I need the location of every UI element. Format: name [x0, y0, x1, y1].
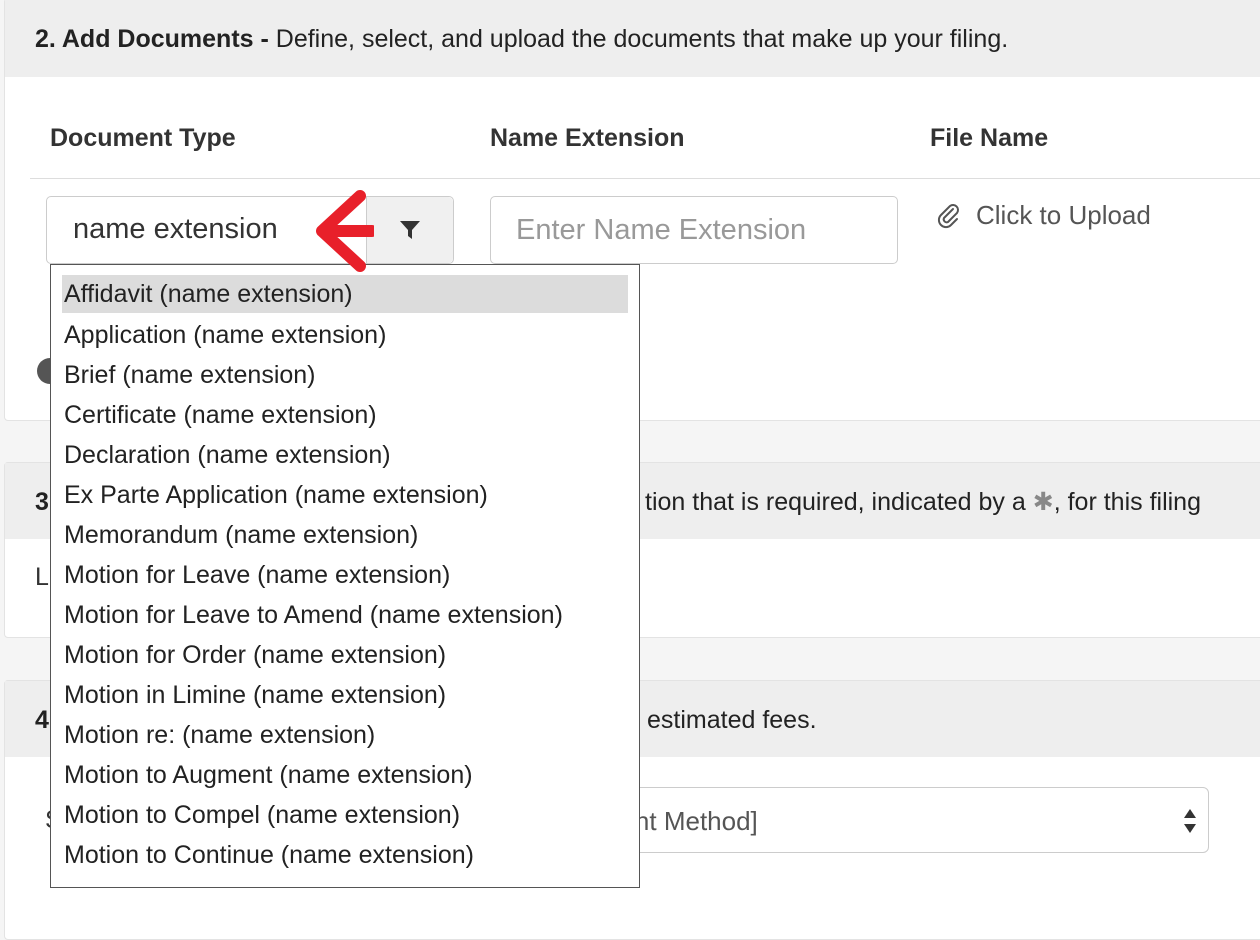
column-header-name-extension: Name Extension: [490, 124, 685, 152]
dropdown-option[interactable]: Motion to Continue (name extension): [51, 835, 639, 875]
paperclip-icon: [937, 203, 959, 228]
document-type-select-value: name extension: [73, 213, 278, 245]
click-to-upload-link[interactable]: Click to Upload: [936, 200, 1151, 231]
dropdown-option[interactable]: Motion for Order (name extension): [51, 635, 639, 675]
red-arrow-icon: [316, 190, 374, 272]
section-2-title: 2. Add Documents -: [35, 25, 269, 53]
payment-method-select[interactable]: nent Method]: [565, 787, 1209, 853]
dropdown-option[interactable]: Motion for Leave to Amend (name extensio…: [51, 595, 639, 635]
add-documents-header: 2. Add Documents - Define, select, and u…: [5, 0, 1260, 77]
dropdown-option[interactable]: Brief (name extension): [51, 355, 639, 395]
dropdown-option[interactable]: Motion to Augment (name extension): [51, 755, 639, 795]
dropdown-option[interactable]: Ex Parte Application (name extension): [51, 475, 639, 515]
column-header-file-name: File Name: [930, 124, 1049, 152]
required-star-icon: ✱: [1032, 488, 1054, 516]
click-to-upload-label: Click to Upload: [976, 200, 1151, 230]
dropdown-option[interactable]: Declaration (name extension): [51, 435, 639, 475]
section-3-text-before: tion that is required, indicated by a: [645, 488, 1026, 516]
filter-icon: [400, 221, 420, 239]
header-divider: [30, 178, 1260, 179]
dropdown-option[interactable]: Motion in Limine (name extension): [51, 675, 639, 715]
section-3-description: tion that is required, indicated by a ✱,…: [645, 463, 1201, 541]
dropdown-option[interactable]: Application (name extension): [51, 315, 639, 355]
document-type-filter-button[interactable]: [366, 197, 453, 263]
section-3-text-after: , for this filing: [1053, 488, 1201, 516]
dropdown-option[interactable]: Affidavit (name extension): [62, 275, 628, 313]
column-header-document-type: Document Type: [50, 124, 236, 152]
dropdown-option[interactable]: Motion for Leave (name extension): [51, 555, 639, 595]
section-2-description: Define, select, and upload the documents…: [275, 25, 1009, 53]
select-arrows-icon: [1184, 809, 1196, 833]
document-type-dropdown-list: Affidavit (name extension) Application (n…: [50, 264, 640, 888]
section-3-body-text: L: [35, 563, 49, 591]
dropdown-option[interactable]: Certificate (name extension): [51, 395, 639, 435]
dropdown-option[interactable]: Motion to Compel (name extension): [51, 795, 639, 835]
section-4-description: estimated fees.: [647, 706, 817, 734]
name-extension-input[interactable]: [490, 196, 898, 264]
dropdown-option[interactable]: Motion re: (name extension): [51, 715, 639, 755]
section-4-number: 4: [35, 706, 49, 734]
document-type-select[interactable]: name extension: [46, 196, 454, 264]
section-3-number: 3: [35, 488, 49, 516]
dropdown-option[interactable]: Memorandum (name extension): [51, 515, 639, 555]
